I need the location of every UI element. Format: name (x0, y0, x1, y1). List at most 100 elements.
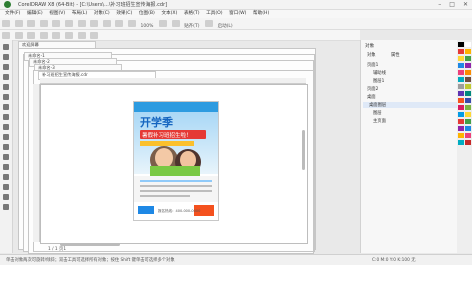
drop-shadow-icon[interactable] (3, 164, 9, 170)
launch-dropdown[interactable]: 启动(L) (218, 23, 233, 29)
lock-icon[interactable] (77, 32, 86, 39)
tree-item-desktop[interactable]: 桌面 (367, 94, 376, 100)
menu-tools[interactable]: 工具(O) (206, 10, 222, 16)
color-swatch[interactable] (465, 105, 471, 110)
menu-object[interactable]: 对象(C) (94, 10, 110, 16)
color-swatch[interactable] (458, 112, 464, 117)
docker-tab-properties[interactable]: 属性 (391, 52, 400, 58)
options-icon[interactable] (205, 20, 214, 27)
portrait-icon[interactable] (14, 32, 23, 39)
vertical-ruler[interactable] (33, 84, 40, 242)
polygon-tool-icon[interactable] (3, 124, 9, 130)
horizontal-scrollbar[interactable] (60, 243, 120, 246)
freehand-tool-icon[interactable] (3, 84, 9, 90)
copy-icon[interactable] (64, 20, 73, 27)
color-swatch[interactable] (465, 133, 471, 138)
color-swatch[interactable] (458, 126, 464, 131)
color-swatch[interactable] (465, 126, 471, 131)
tree-item-layer1[interactable]: 图层1 (373, 78, 384, 84)
menu-help[interactable]: 帮助(H) (253, 10, 269, 16)
menu-bitmaps[interactable]: 位图(B) (139, 10, 155, 16)
connector-tool-icon[interactable] (3, 154, 9, 160)
menu-text[interactable]: 文本(X) (161, 10, 177, 16)
rectangle-tool-icon[interactable] (3, 104, 9, 110)
docker-tab-objects[interactable]: 对象 (367, 52, 376, 58)
color-swatch[interactable] (465, 91, 471, 96)
color-swatch[interactable] (465, 119, 471, 124)
color-swatch[interactable] (465, 140, 471, 145)
color-swatch[interactable] (465, 70, 471, 75)
fullscreen-icon[interactable] (159, 20, 167, 27)
color-swatch[interactable] (458, 56, 464, 61)
undo-icon[interactable] (90, 20, 99, 27)
page-size-icon[interactable] (2, 32, 10, 39)
menu-edit[interactable]: 编辑(E) (27, 10, 43, 16)
save-icon[interactable] (27, 20, 36, 27)
smart-fill-icon[interactable] (3, 204, 9, 210)
color-swatch[interactable] (458, 133, 464, 138)
parallel-dimension-icon[interactable] (3, 144, 9, 150)
shape-tool-icon[interactable] (3, 54, 9, 60)
color-swatch[interactable] (458, 77, 464, 82)
color-swatch[interactable] (465, 49, 471, 54)
tree-item-page2[interactable]: 页面2 (367, 86, 378, 92)
paste-icon[interactable] (77, 20, 86, 27)
ellipse-tool-icon[interactable] (3, 114, 9, 120)
zoom-level-select[interactable]: 100% (141, 24, 154, 29)
color-swatch[interactable] (458, 84, 464, 89)
color-swatch[interactable] (458, 91, 464, 96)
export-icon[interactable] (127, 20, 136, 27)
nudge-icon[interactable] (52, 32, 61, 39)
color-swatch[interactable] (458, 98, 464, 103)
page-tab[interactable]: 页1 (59, 247, 66, 252)
landscape-icon[interactable] (27, 32, 36, 39)
pick-tool-icon[interactable] (3, 44, 9, 50)
menu-view[interactable]: 视图(V) (49, 10, 65, 16)
menu-file[interactable]: 文件(F) (5, 10, 20, 16)
color-swatch[interactable] (465, 56, 471, 61)
maximize-button[interactable]: □ (449, 1, 455, 8)
color-swatch[interactable] (458, 63, 464, 68)
menu-table[interactable]: 表格(T) (184, 10, 200, 16)
print-icon[interactable] (39, 20, 48, 27)
color-swatch[interactable] (465, 98, 471, 103)
color-swatch[interactable] (465, 63, 471, 68)
color-swatch[interactable] (458, 70, 464, 75)
rulers-icon[interactable] (171, 20, 180, 27)
duplicate-distance-icon[interactable] (64, 32, 73, 39)
close-button[interactable]: ✕ (463, 1, 468, 8)
minimize-button[interactable]: – (438, 1, 441, 8)
menu-effects[interactable]: 效果(C) (116, 10, 132, 16)
tree-item-layer[interactable]: 图层 (373, 110, 382, 116)
crop-tool-icon[interactable] (3, 64, 9, 70)
redo-icon[interactable] (102, 20, 111, 27)
units-icon[interactable] (39, 32, 48, 39)
tree-item-desktop-layer[interactable]: 桌面图层 (363, 102, 459, 108)
menu-layout[interactable]: 布局(L) (72, 10, 87, 16)
tree-item-master-page[interactable]: 主页面 (373, 118, 386, 124)
color-swatch[interactable] (465, 112, 471, 117)
color-swatch[interactable] (465, 84, 471, 89)
poster-page[interactable]: 开学季 暑假补习班招生啦！ 报名热线：400-000-0000 (134, 102, 218, 220)
import-icon[interactable] (115, 20, 124, 27)
page-navigator[interactable]: 1 / 1 页1 (48, 246, 66, 252)
color-swatch[interactable] (465, 77, 471, 82)
color-swatch[interactable] (458, 49, 464, 54)
eyedropper-tool-icon[interactable] (3, 184, 9, 190)
color-swatch[interactable] (458, 140, 464, 145)
new-document-icon[interactable] (2, 20, 10, 27)
menu-window[interactable]: 窗口(W) (229, 10, 246, 16)
color-swatch[interactable] (465, 42, 471, 47)
tree-item-guides[interactable]: 辅助线 (373, 70, 386, 76)
artistic-media-icon[interactable] (3, 94, 9, 100)
color-swatch[interactable] (458, 119, 464, 124)
text-tool-icon[interactable] (3, 134, 9, 140)
color-swatch[interactable] (458, 42, 464, 47)
snap-to-dropdown[interactable]: 贴齐(T) (184, 23, 199, 29)
vertical-scrollbar[interactable] (302, 130, 305, 170)
color-swatch[interactable] (458, 105, 464, 110)
zoom-tool-icon[interactable] (3, 74, 9, 80)
tree-item-page1[interactable]: 页面1 (367, 62, 378, 68)
open-icon[interactable] (14, 20, 23, 27)
interactive-fill-icon[interactable] (3, 194, 9, 200)
